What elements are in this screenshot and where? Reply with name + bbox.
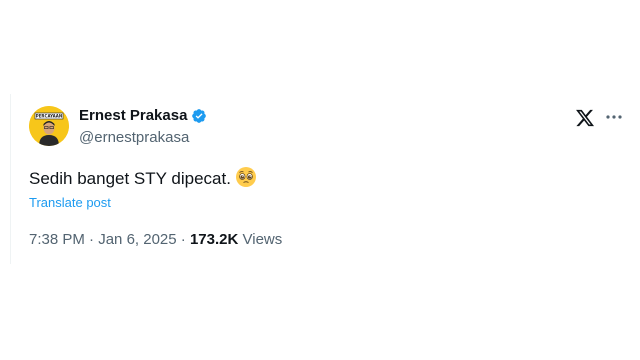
author-row: Ernest Prakasa bbox=[79, 107, 207, 124]
views-label: Views bbox=[242, 231, 283, 248]
tweet-body: Sedih banget STY dipecat. bbox=[29, 169, 231, 188]
views-count: 173.2K bbox=[189, 231, 239, 248]
author-handle[interactable]: @ernestprakasa bbox=[79, 129, 189, 146]
author-name[interactable]: Ernest Prakasa bbox=[79, 107, 187, 124]
more-options-icon[interactable] bbox=[603, 108, 625, 126]
meta-separator: · bbox=[84, 231, 99, 248]
tweet-text: Sedih banget STY dipecat. bbox=[29, 166, 257, 189]
tweet-meta: 7:38 PM · Jan 6, 2025 · 173.2K Views bbox=[29, 231, 282, 248]
avatar-image: PERCAYAAN bbox=[29, 106, 69, 146]
meta-separator: · bbox=[176, 231, 190, 248]
x-logo-icon[interactable] bbox=[575, 108, 595, 128]
tweet-time[interactable]: 7:38 PM bbox=[29, 231, 85, 248]
avatar[interactable]: PERCAYAAN bbox=[29, 106, 69, 146]
tweet-card: PERCAYAAN Ernest Prakasa @ernestprakasa bbox=[10, 94, 622, 264]
avatar-caption: PERCAYAAN bbox=[36, 114, 62, 119]
translate-post-link[interactable]: Translate post bbox=[29, 195, 111, 210]
verified-badge-icon bbox=[191, 108, 207, 124]
pleading-face-icon bbox=[235, 166, 257, 188]
tweet-date[interactable]: Jan 6, 2025 bbox=[98, 231, 176, 248]
